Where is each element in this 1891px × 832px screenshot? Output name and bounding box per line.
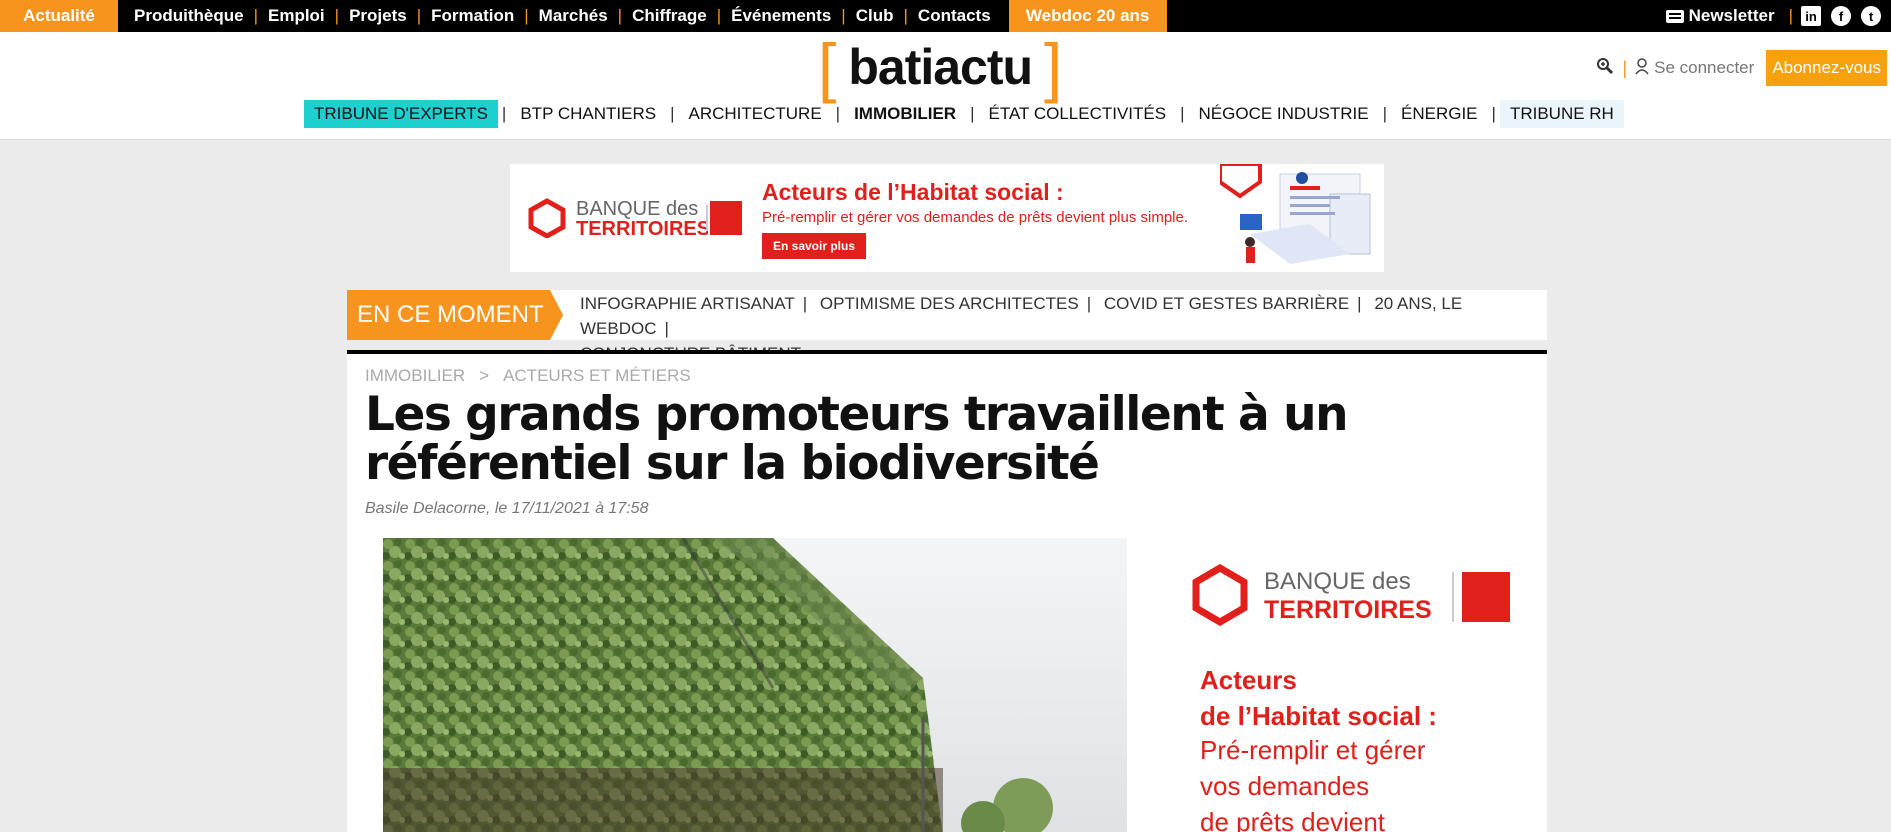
topbar-link-marches[interactable]: Marchés: [539, 6, 608, 26]
trending-bar: EN CE MOMENT INFOGRAPHIE ARTISANAT | OPTI…: [347, 290, 1547, 363]
top-bar: Actualité Produithèque | Emploi | Projets |…: [0, 0, 1891, 32]
nav-negoce-industrie[interactable]: NÉGOCE INDUSTRIE: [1189, 100, 1379, 128]
topbar-link-contacts[interactable]: Contacts: [918, 6, 991, 26]
topbar-link-emploi[interactable]: Emploi: [268, 6, 325, 26]
login-link[interactable]: Se connecter: [1654, 58, 1754, 78]
article-byline: Basile Delacorne, le 17/11/2021 à 17:58: [365, 500, 649, 517]
ad-banner[interactable]: BANQUE des TERRITOIRES Acteurs de l’Habi…: [510, 164, 1384, 272]
subscribe-button[interactable]: Abonnez-vous: [1766, 50, 1887, 86]
logo-word: batiactu: [848, 39, 1033, 95]
side-ad-brand-line1: BANQUE des: [1264, 568, 1411, 595]
side-ad-headline-line2: de l’Habitat social :: [1200, 701, 1437, 731]
side-ad-text-line2: vos demandes: [1200, 771, 1370, 801]
nav-etat-collectivites[interactable]: ÉTAT COLLECTIVITÉS: [979, 100, 1177, 128]
trending-link[interactable]: COVID ET GESTES BARRIÈRE: [1104, 294, 1349, 313]
ad-text: Pré-remplir et gérer vos demandes de prê…: [762, 209, 1189, 226]
linkedin-icon[interactable]: in: [1801, 6, 1821, 26]
topbar-links: Produithèque | Emploi | Projets | Formation…: [134, 6, 991, 26]
side-ad-headline-line1: Acteurs: [1200, 665, 1297, 695]
newsletter-icon: [1665, 9, 1684, 23]
breadcrumb-acteurs[interactable]: ACTEURS ET MÉTIERS: [503, 366, 691, 385]
trending-label: EN CE MOMENT: [347, 290, 563, 340]
header-actions: | Se connecter Abonnez-vous: [1596, 50, 1887, 86]
topbar-link-evenements[interactable]: Événements: [731, 6, 831, 26]
nav-immobilier[interactable]: IMMOBILIER: [844, 100, 966, 128]
facebook-icon[interactable]: f: [1831, 6, 1851, 26]
nav-energie[interactable]: ÉNERGIE: [1391, 100, 1488, 128]
section-nav: TRIBUNE D'EXPERTS | BTP CHANTIERS | ARCHIT…: [304, 100, 1624, 128]
side-ad-divider: [1452, 572, 1454, 622]
topbar-link-projets[interactable]: Projets: [349, 6, 407, 26]
side-ad-text-line3: de prêts devient: [1200, 807, 1386, 832]
search-icon[interactable]: [1596, 57, 1614, 80]
article-photo: [383, 538, 1127, 832]
ad-illustration-icon: [1220, 164, 1371, 264]
side-ad-text-line1: Pré-remplir et gérer: [1200, 735, 1426, 765]
side-ad[interactable]: BANQUE des TERRITOIRES Acteurs de l’Habi…: [1170, 532, 1547, 832]
logo-bracket-left: [: [818, 30, 837, 104]
side-ad-headline: Acteurs de l’Habitat social :: [1200, 662, 1437, 734]
side-ad-brand-line2: TERRITOIRES: [1264, 596, 1432, 624]
breadcrumb-immobilier[interactable]: IMMOBILIER: [365, 366, 465, 385]
logo-bracket-right: ]: [1044, 30, 1063, 104]
topbar-link-club[interactable]: Club: [856, 6, 894, 26]
topbar-right: Newsletter | in f t: [1665, 0, 1891, 32]
site-header: [ batiactu ] | Se connecter Abonnez-vous…: [0, 32, 1891, 140]
topbar-link-formation[interactable]: Formation: [431, 6, 514, 26]
nav-tribune-rh[interactable]: TRIBUNE RH: [1499, 100, 1624, 128]
trending-link[interactable]: OPTIMISME DES ARCHITECTES: [820, 294, 1079, 313]
nav-btp-chantiers[interactable]: BTP CHANTIERS: [510, 100, 666, 128]
side-ad-text: Pré-remplir et gérer vos demandes de prê…: [1200, 732, 1425, 832]
caisse-depots-logo-icon: [1462, 572, 1510, 622]
caisse-depots-logo-icon: [708, 201, 742, 235]
topbar-webdoc-label: Webdoc 20 ans: [1025, 6, 1150, 25]
topbar-actualite-label: Actualité: [23, 6, 95, 25]
user-icon: [1635, 57, 1649, 80]
twitter-icon[interactable]: t: [1861, 6, 1881, 26]
breadcrumb: IMMOBILIER > ACTEURS ET MÉTIERS: [365, 366, 691, 386]
topbar-link-produitheque[interactable]: Produithèque: [134, 6, 244, 26]
nav-tribune-experts[interactable]: TRIBUNE D'EXPERTS: [304, 100, 498, 128]
banque-territoires-logo-icon: [1192, 564, 1248, 626]
ad-headline: Acteurs de l’Habitat social :: [762, 179, 1064, 205]
breadcrumb-separator: >: [479, 366, 490, 385]
ad-cta-button[interactable]: En savoir plus: [762, 233, 866, 259]
trending-link[interactable]: INFOGRAPHIE ARTISANAT: [580, 294, 795, 313]
topbar-link-chiffrage[interactable]: Chiffrage: [632, 6, 707, 26]
batiactu-logo[interactable]: [ batiactu ]: [818, 30, 1063, 104]
ad-brand-line2: TERRITOIRES: [576, 218, 711, 240]
banque-territoires-logo-icon: [528, 198, 566, 238]
topbar-webdoc[interactable]: Webdoc 20 ans: [1008, 0, 1167, 32]
newsletter-link[interactable]: Newsletter: [1689, 6, 1775, 26]
article-title: Les grands promoteurs travaillent à un r…: [365, 387, 1349, 491]
topbar-actualite[interactable]: Actualité: [0, 0, 118, 32]
nav-architecture[interactable]: ARCHITECTURE: [678, 100, 831, 128]
